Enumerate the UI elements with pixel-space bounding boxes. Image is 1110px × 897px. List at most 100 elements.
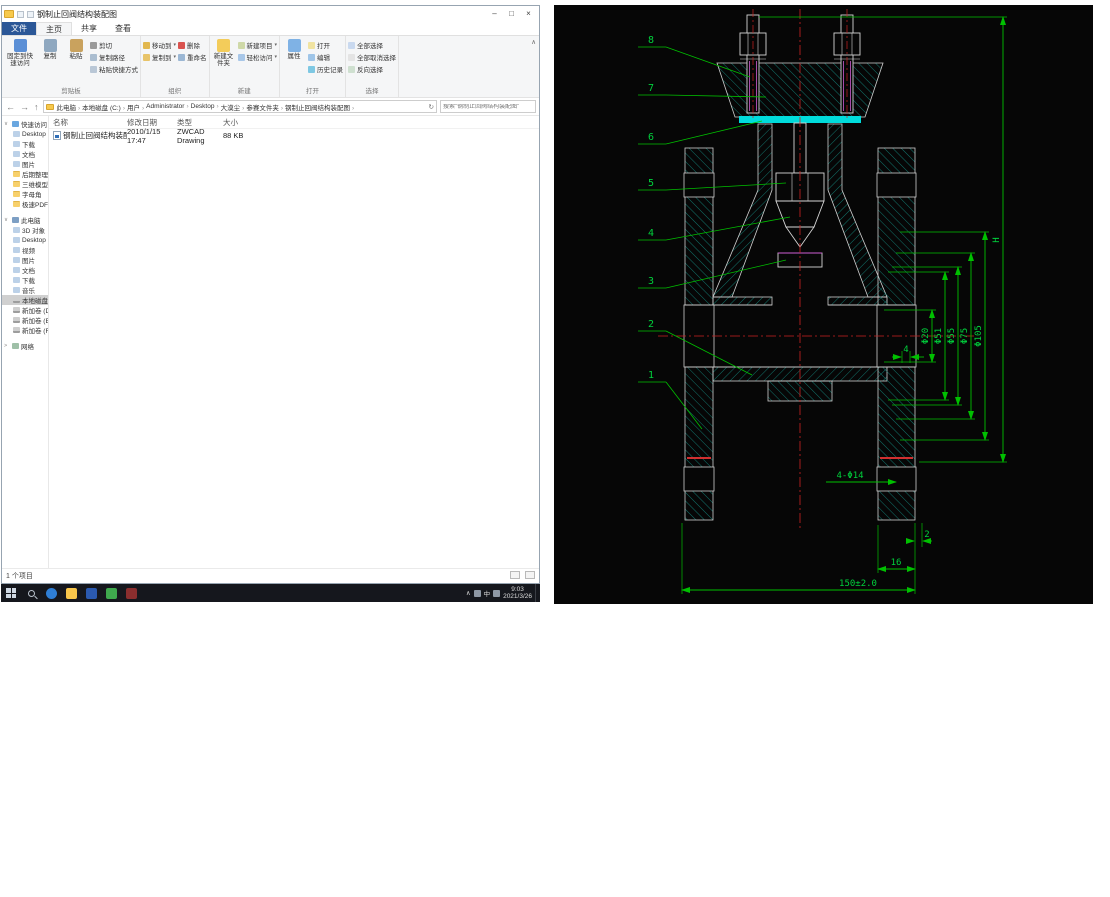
folder-icon	[13, 181, 20, 187]
nav-item-local-disk-c[interactable]: 本地磁盘 (C:)	[2, 295, 48, 305]
breadcrumb-segment[interactable]: 用户	[126, 102, 145, 112]
up-button[interactable]: ↑	[33, 102, 40, 112]
nav-item-folder[interactable]: 三维模型大赛装配图	[2, 179, 48, 189]
breadcrumb-segment[interactable]: 本地磁盘 (C:)	[81, 102, 126, 112]
breadcrumb-segment[interactable]: 参赛文件夹	[245, 102, 284, 112]
rename-button[interactable]: 重命名	[178, 52, 207, 62]
invert-selection-button[interactable]: 反向选择	[348, 64, 396, 74]
nav-quick-access-header[interactable]: ∨ 快速访问	[2, 119, 48, 129]
tray-icon[interactable]	[473, 589, 481, 597]
taskbar-explorer-button[interactable]	[61, 584, 81, 602]
paste-shortcut-button[interactable]: 粘贴快捷方式	[90, 64, 138, 74]
copy-path-button[interactable]: 复制路径	[90, 52, 138, 62]
tab-home[interactable]: 主页	[36, 22, 72, 35]
details-view-icon[interactable]	[510, 571, 521, 579]
taskbar-wps-button[interactable]	[101, 584, 121, 602]
show-desktop-button[interactable]	[535, 584, 539, 602]
breadcrumb[interactable]: 此电脑 本地磁盘 (C:) 用户 Administrator Desktop 大…	[42, 100, 437, 113]
valve-assembly-drawing: 8 7 6 5 4 3 2 1 Φ20 Φ51 Φ55 Φ75 Φ105 H 4…	[638, 9, 1007, 594]
forward-button[interactable]: →	[19, 102, 30, 112]
quick-access-customize-icon[interactable]	[27, 10, 34, 18]
cut-button[interactable]: 剪切	[90, 40, 138, 50]
nav-item-pictures[interactable]: 图片	[2, 255, 48, 265]
pin-to-quick-access-button[interactable]: 固定到快速访问	[4, 37, 36, 67]
nav-item-videos[interactable]: 视频	[2, 245, 48, 255]
close-button[interactable]: ×	[520, 6, 537, 22]
nav-item-volume-d[interactable]: 新加卷 (D:)	[2, 305, 48, 315]
tab-file[interactable]: 文件	[2, 22, 36, 35]
edit-button[interactable]: 编辑	[308, 52, 343, 62]
paste-button[interactable]: 粘贴	[64, 37, 88, 60]
refresh-icon[interactable]: ↻	[429, 103, 434, 111]
cad-viewer-window[interactable]: 8 7 6 5 4 3 2 1 Φ20 Φ51 Φ55 Φ75 Φ105 H 4…	[554, 5, 1093, 604]
zwcad-icon	[125, 587, 137, 599]
ribbon-collapse-icon[interactable]: ∧	[531, 38, 536, 95]
copy-to-button[interactable]: 复制到 ▾	[143, 52, 176, 62]
nav-item-folder[interactable]: 字母角	[2, 189, 48, 199]
breadcrumb-segment[interactable]: 大漠尘	[220, 102, 246, 112]
new-item-button[interactable]: 新建项目 ▾	[237, 40, 277, 50]
minimize-button[interactable]: –	[486, 6, 503, 22]
group-label-organize: 组织	[168, 88, 182, 95]
cut-icon	[90, 41, 97, 49]
nav-item-music[interactable]: 音乐	[2, 285, 48, 295]
file-date: 2010/1/15 17:47	[127, 126, 161, 145]
nav-item-downloads[interactable]: 下载	[2, 139, 48, 149]
items-count: 1 个项目	[6, 573, 33, 580]
left-screen: 钢制止回阀结构装配图 – □ × 文件 主页 共享 查看 固定到快速访问 复制 …	[1, 5, 540, 602]
properties-button[interactable]: 属性	[282, 37, 306, 60]
taskbar-word-button[interactable]	[81, 584, 101, 602]
nav-item-folder[interactable]: 后期整理资料汇总	[2, 169, 48, 179]
start-button[interactable]	[1, 584, 21, 602]
nav-item-documents[interactable]: 文档	[2, 265, 48, 275]
nav-item-downloads[interactable]: 下载	[2, 275, 48, 285]
new-folder-button[interactable]: 新建文件夹	[212, 37, 236, 67]
nav-item-3d-objects[interactable]: 3D 对象	[2, 225, 48, 235]
move-to-button[interactable]: 移动到 ▾	[143, 40, 176, 50]
column-size[interactable]: 大小	[223, 117, 257, 128]
taskbar-search-button[interactable]	[21, 584, 41, 602]
back-button[interactable]: ←	[5, 102, 16, 112]
breadcrumb-segment[interactable]: 钢制止回阀结构装配图	[284, 102, 355, 112]
explorer-folder-icon	[4, 10, 14, 18]
nav-item-volume-f[interactable]: 新加卷 (F:)	[2, 325, 48, 335]
maximize-button[interactable]: □	[503, 6, 520, 22]
nav-item-pictures[interactable]: 图片	[2, 159, 48, 169]
breadcrumb-segment[interactable]: 此电脑	[56, 102, 82, 112]
taskbar-clock[interactable]: 9:03 2021/3/26	[503, 586, 532, 601]
tray-icon[interactable]	[493, 589, 501, 597]
history-button[interactable]: 历史记录	[308, 64, 343, 74]
delete-button[interactable]: 删除	[178, 40, 207, 50]
nav-item-folder[interactable]: 极速PDF阅读器	[2, 199, 48, 209]
search-input[interactable]	[443, 103, 533, 110]
file-row[interactable]: 钢制止回阀结构装配图.dwg 2010/1/15 17:47 ZWCAD Dra…	[49, 126, 539, 145]
network-icon	[12, 343, 19, 349]
nav-item-desktop[interactable]: Desktop	[2, 235, 48, 245]
nav-network-header[interactable]: > 网络	[2, 341, 48, 351]
group-label-clipboard: 剪贴板	[61, 88, 81, 95]
taskbar-edge-button[interactable]	[41, 584, 61, 602]
select-none-button[interactable]: 全部取消选择	[348, 52, 396, 62]
breadcrumb-segment[interactable]: Desktop	[190, 103, 220, 110]
nav-item-volume-e[interactable]: 新加卷 (E:)	[2, 315, 48, 325]
breadcrumb-segment[interactable]: Administrator	[145, 103, 189, 110]
nav-this-pc-header[interactable]: ∨ 此电脑	[2, 215, 48, 225]
window-title: 钢制止回阀结构装配图	[37, 9, 117, 19]
nav-item-desktop[interactable]: Desktop	[2, 129, 48, 139]
select-all-button[interactable]: 全部选择	[348, 40, 396, 50]
easy-access-button[interactable]: 轻松访问 ▾	[237, 52, 277, 62]
pictures-icon	[13, 161, 20, 167]
tab-view[interactable]: 查看	[106, 22, 140, 35]
thumbnail-view-icon[interactable]	[525, 571, 535, 579]
ime-language-indicator[interactable]: 中	[484, 588, 491, 598]
open-button[interactable]: 打开	[308, 40, 343, 50]
tab-share[interactable]: 共享	[72, 22, 106, 35]
search-box[interactable]	[440, 100, 536, 113]
column-name[interactable]: 名称	[53, 117, 127, 128]
quick-access-toolbar-icon[interactable]	[17, 10, 24, 18]
copy-button[interactable]: 复制	[38, 37, 62, 60]
taskbar-cad-button[interactable]	[121, 584, 141, 602]
tray-chevron-icon[interactable]: ∧	[466, 589, 471, 597]
nav-item-documents[interactable]: 文档	[2, 149, 48, 159]
dim-label-d75: Φ75	[960, 328, 970, 344]
